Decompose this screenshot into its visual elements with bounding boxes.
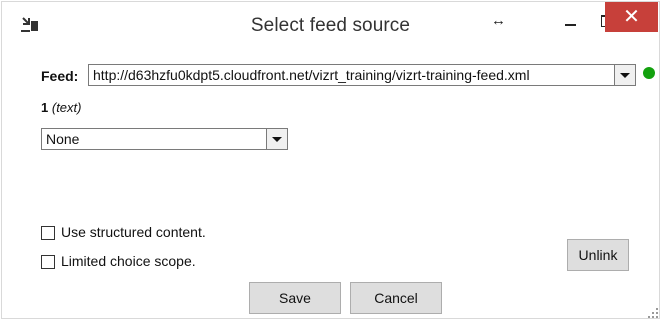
chevron-down-icon[interactable] bbox=[266, 129, 287, 149]
limited-choice-label: Limited choice scope. bbox=[61, 253, 196, 269]
structured-content-checkbox[interactable] bbox=[41, 226, 55, 241]
feed-label: Feed: bbox=[41, 68, 79, 84]
field-label: 1 (text) bbox=[41, 100, 81, 115]
minimize-icon bbox=[565, 24, 576, 26]
feed-url-value: http://d63hzfu0kdpt5.cloudfront.net/vizr… bbox=[93, 67, 530, 83]
dialog-window: Select feed source ↔ ✕ Feed: http://d63h… bbox=[1, 1, 660, 319]
status-indicator bbox=[643, 67, 655, 79]
resize-grip-icon[interactable] bbox=[648, 308, 658, 318]
field-type: (text) bbox=[51, 100, 82, 115]
structured-content-label: Use structured content. bbox=[61, 224, 206, 240]
field-number: 1 bbox=[41, 100, 49, 115]
field-value-select[interactable]: None bbox=[41, 128, 288, 150]
cancel-button[interactable]: Cancel bbox=[350, 282, 442, 314]
close-button[interactable]: ✕ bbox=[605, 2, 658, 32]
unlink-button[interactable]: Unlink bbox=[567, 239, 629, 271]
structured-content-option[interactable]: Use structured content. bbox=[41, 224, 206, 241]
resize-horizontal-icon[interactable]: ↔ bbox=[491, 12, 506, 29]
limited-choice-option[interactable]: Limited choice scope. bbox=[41, 253, 196, 270]
feed-url-combobox[interactable]: http://d63hzfu0kdpt5.cloudfront.net/vizr… bbox=[88, 64, 636, 86]
field-value-selected: None bbox=[46, 131, 80, 147]
title-bar[interactable]: Select feed source ↔ ✕ bbox=[2, 2, 659, 46]
limited-choice-checkbox[interactable] bbox=[41, 255, 55, 270]
minimize-button[interactable] bbox=[553, 6, 587, 36]
save-button[interactable]: Save bbox=[249, 282, 341, 314]
chevron-down-icon[interactable] bbox=[614, 65, 635, 85]
